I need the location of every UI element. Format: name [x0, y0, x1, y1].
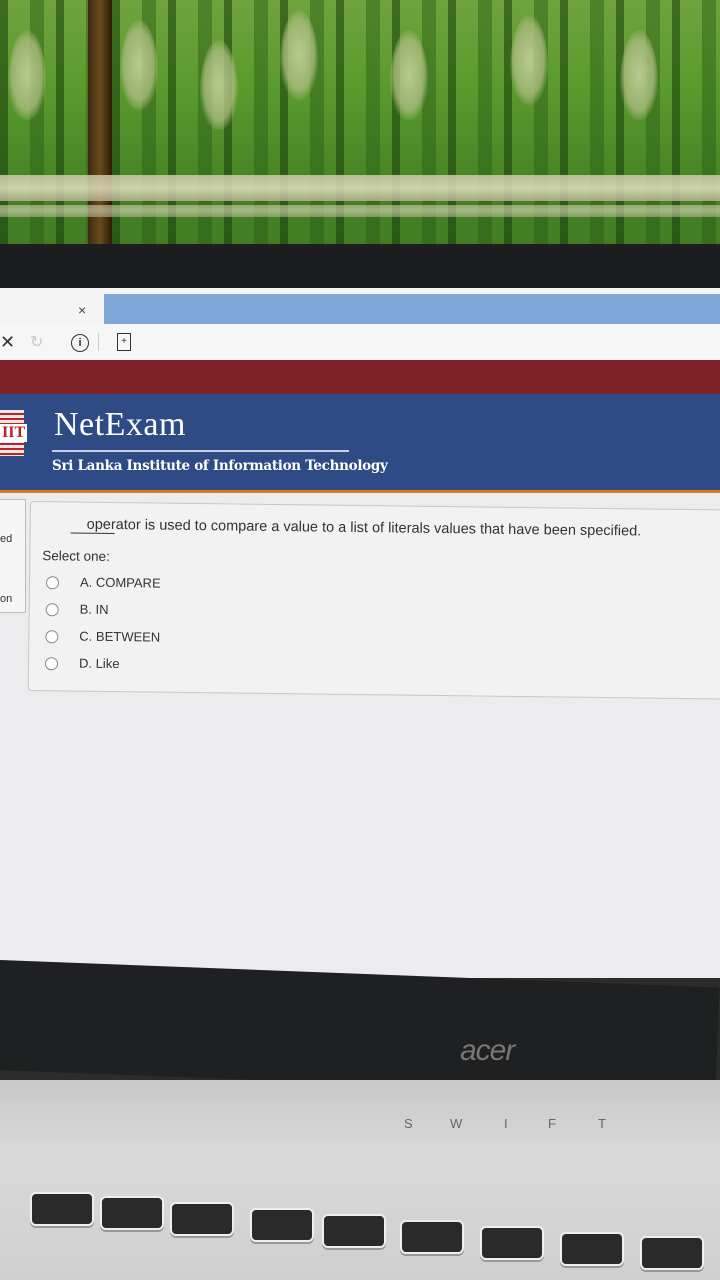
curtain-stripe — [0, 175, 720, 201]
answer-option-label: A. COMPARE — [79, 574, 161, 591]
hinge-letter: S — [404, 1116, 413, 1131]
keyboard-key[interactable] — [30, 1192, 94, 1226]
browser-tab-strip[interactable] — [104, 294, 720, 324]
select-one-label: Select one: — [42, 548, 110, 564]
curtain-leaf — [280, 10, 318, 100]
answer-option-label: C. BETWEEN — [79, 628, 161, 645]
question-card: operator is used to compare a value to a… — [27, 501, 720, 700]
keyboard-key[interactable] — [480, 1226, 544, 1260]
question-text: operator is used to compare a value to a… — [86, 516, 642, 540]
radio-button[interactable] — [45, 576, 60, 590]
hinge-letter: W — [450, 1116, 463, 1131]
curtain-leaf — [200, 40, 238, 130]
netexam-header: IIT NetExam Sri Lanka Institute of Infor… — [0, 394, 720, 493]
curtain-stripe — [0, 205, 720, 217]
laptop-screen: × ✕ ↻ i + IIT NetExam Sri Lanka Institut… — [0, 288, 720, 978]
browser-address-bar: ✕ ↻ i + — [0, 324, 720, 361]
keyboard-key[interactable] — [322, 1214, 386, 1248]
brand-divider — [52, 450, 349, 452]
radio-button[interactable] — [45, 603, 59, 617]
tab-close-icon[interactable]: × — [78, 302, 86, 318]
hinge-letter: T — [598, 1116, 606, 1131]
laptop-bezel-top — [0, 244, 720, 292]
hinge-letter: I — [504, 1116, 508, 1131]
background-curtain — [0, 0, 720, 258]
radio-button[interactable] — [44, 657, 59, 671]
keyboard-key[interactable] — [250, 1208, 314, 1242]
toolbar-divider — [98, 333, 99, 351]
logo-text: IIT — [0, 424, 28, 442]
reload-icon[interactable]: ↻ — [30, 332, 43, 352]
keyboard-key[interactable] — [640, 1236, 704, 1270]
keyboard-key[interactable] — [400, 1220, 464, 1254]
page-icon[interactable]: + — [117, 333, 131, 351]
answer-option-label: B. IN — [79, 601, 109, 617]
window-frame — [88, 0, 112, 258]
stop-loading-icon[interactable]: ✕ — [0, 332, 15, 353]
curtain-leaf — [8, 30, 46, 120]
browser-tab-bar: × — [0, 288, 720, 324]
nav-stub-text: ed — [0, 533, 13, 545]
laptop-bezel-bottom — [0, 960, 720, 1098]
hinge-letter: F — [548, 1116, 556, 1131]
curtain-leaf — [390, 30, 428, 120]
curtain-leaf — [510, 15, 548, 105]
quiz-content: ed on operator is used to compare a valu… — [0, 493, 720, 978]
curtain-leaf — [620, 30, 658, 120]
laptop-brand-logo: acer — [460, 1034, 515, 1067]
site-info-icon[interactable]: i — [71, 334, 89, 352]
institute-name: Sri Lanka Institute of Information Techn… — [52, 458, 388, 474]
keyboard-key[interactable] — [560, 1232, 624, 1266]
keyboard-key[interactable] — [170, 1202, 234, 1236]
curtain-leaf — [120, 20, 158, 110]
brand-title: NetExam — [54, 406, 186, 443]
answer-option-label: D. Like — [78, 655, 120, 672]
top-red-bar — [0, 360, 720, 394]
radio-button[interactable] — [45, 630, 59, 644]
nav-stub-text: on — [0, 593, 13, 605]
keyboard-key[interactable] — [100, 1196, 164, 1230]
